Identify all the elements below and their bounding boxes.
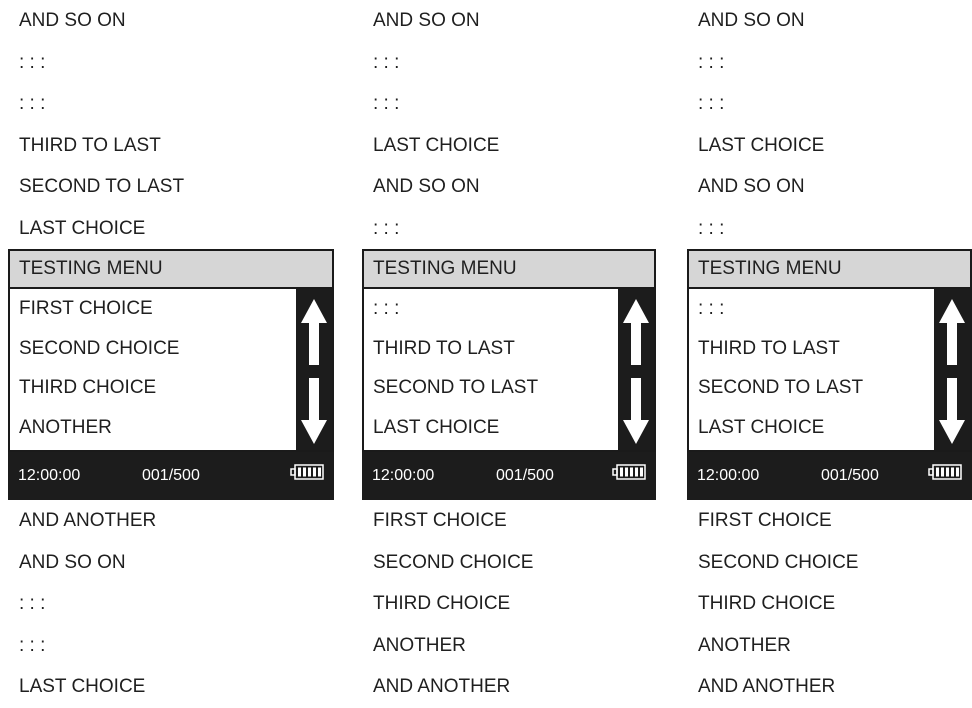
offscreen-item: : : : [373,217,400,239]
arrow-down-icon[interactable] [618,376,654,446]
offscreen-items-below: AND ANOTHER AND SO ON : : : : : : LAST C… [8,500,334,708]
offscreen-item: THIRD CHOICE [698,593,836,614]
menu-item[interactable]: LAST CHOICE [689,408,970,448]
arrow-down-icon[interactable] [934,376,970,446]
menu-item[interactable]: LAST CHOICE [364,408,654,448]
battery-icon [612,464,646,485]
panel-1: AND SO ON : : : : : : THIRD TO LAST SECO… [8,0,334,700]
offscreen-item: SECOND CHOICE [698,551,859,573]
arrow-up-icon[interactable] [618,297,654,367]
offscreen-item: AND SO ON [698,176,805,197]
offscreen-item: AND ANOTHER [698,676,836,697]
offscreen-items-below: FIRST CHOICE SECOND CHOICE THIRD CHOICE … [362,500,656,708]
menu-list: : : : THIRD TO LAST SECOND TO LAST LAST … [687,289,972,452]
offscreen-item: : : : [373,51,400,73]
offscreen-item: LAST CHOICE [19,676,146,697]
offscreen-item: ANOTHER [698,634,791,656]
item-counter: 001/500 [142,467,200,484]
arrow-up-icon[interactable] [934,297,970,367]
menu-item[interactable]: THIRD TO LAST [364,329,654,369]
offscreen-item: : : : [19,634,46,656]
offscreen-items-below: FIRST CHOICE SECOND CHOICE THIRD CHOICE … [687,500,972,708]
menu-list: FIRST CHOICE SECOND CHOICE THIRD CHOICE … [8,289,334,452]
menu-item[interactable]: : : : [689,289,970,329]
menu-item[interactable]: SECOND TO LAST [689,368,970,408]
offscreen-item: : : : [373,93,400,114]
item-counter: 001/500 [821,467,879,484]
panel-3: AND SO ON : : : : : : LAST CHOICE AND SO… [687,0,972,700]
scrollbar[interactable] [296,289,332,450]
arrow-up-icon[interactable] [296,297,332,367]
offscreen-item: : : : [698,93,725,114]
offscreen-item: FIRST CHOICE [698,510,832,531]
offscreen-item: AND SO ON [373,176,480,197]
offscreen-item: THIRD CHOICE [373,593,511,614]
menu-title: TESTING MENU [362,249,656,289]
offscreen-item: : : : [19,93,46,114]
battery-icon [290,464,324,485]
offscreen-items-above: AND SO ON : : : : : : THIRD TO LAST SECO… [8,0,334,249]
offscreen-item: : : : [698,217,725,239]
offscreen-item: SECOND CHOICE [373,551,534,573]
status-bar: 12:00:00 001/500 [362,452,656,500]
offscreen-item: FIRST CHOICE [373,510,507,531]
menu-item[interactable]: SECOND CHOICE [10,329,332,369]
offscreen-item: LAST CHOICE [698,134,825,156]
offscreen-item: LAST CHOICE [19,217,146,239]
arrow-down-icon[interactable] [296,376,332,446]
device-display: TESTING MENU : : : THIRD TO LAST SECOND … [687,249,972,500]
device-display: TESTING MENU : : : THIRD TO LAST SECOND … [362,249,656,500]
clock: 12:00:00 [372,467,435,484]
scrollbar[interactable] [618,289,654,450]
offscreen-item: ANOTHER [373,634,466,656]
offscreen-item: AND SO ON [373,10,480,31]
status-bar: 12:00:00 001/500 [8,452,334,500]
scrollbar[interactable] [934,289,970,450]
battery-icon [928,464,962,485]
menu-item[interactable]: : : : [364,289,654,329]
offscreen-item: LAST CHOICE [373,134,500,156]
menu-item[interactable]: FIRST CHOICE [10,289,332,329]
offscreen-item: AND SO ON [19,551,126,573]
offscreen-item: : : : [19,593,46,614]
offscreen-item: AND ANOTHER [19,510,157,531]
menu-item[interactable]: ANOTHER [10,408,332,448]
offscreen-item: : : : [19,51,46,73]
clock: 12:00:00 [18,467,81,484]
offscreen-items-above: AND SO ON : : : : : : LAST CHOICE AND SO… [687,0,972,249]
menu-title: TESTING MENU [8,249,334,289]
device-display: TESTING MENU FIRST CHOICE SECOND CHOICE … [8,249,334,500]
offscreen-item: AND SO ON [698,10,805,31]
menu-title: TESTING MENU [687,249,972,289]
clock: 12:00:00 [697,467,760,484]
offscreen-item: SECOND TO LAST [19,176,185,197]
status-bar: 12:00:00 001/500 [687,452,972,500]
offscreen-items-above: AND SO ON : : : : : : LAST CHOICE AND SO… [362,0,656,249]
offscreen-item: THIRD TO LAST [19,134,161,156]
panel-2: AND SO ON : : : : : : LAST CHOICE AND SO… [362,0,656,700]
offscreen-item: AND SO ON [19,10,126,31]
menu-item[interactable]: THIRD CHOICE [10,368,332,408]
menu-list: : : : THIRD TO LAST SECOND TO LAST LAST … [362,289,656,452]
offscreen-item: : : : [698,51,725,73]
item-counter: 001/500 [496,467,554,484]
menu-item[interactable]: SECOND TO LAST [364,368,654,408]
menu-item[interactable]: THIRD TO LAST [689,329,970,369]
offscreen-item: AND ANOTHER [373,676,511,697]
